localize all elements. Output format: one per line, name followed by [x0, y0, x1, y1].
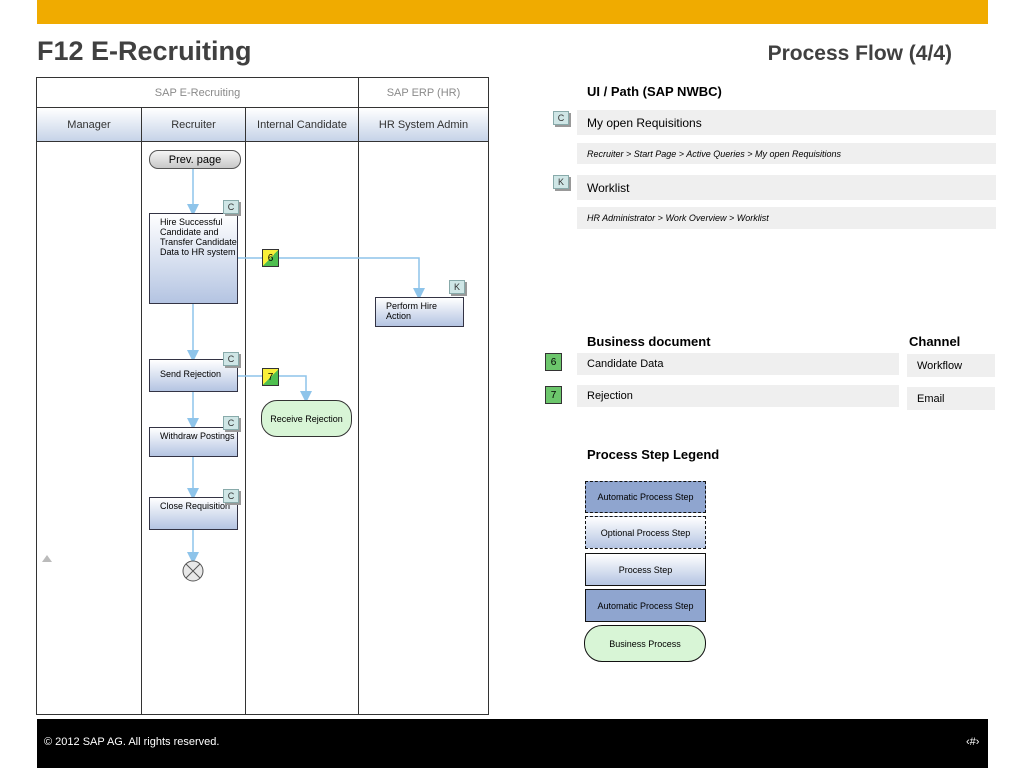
business-process-receive-rejection: Receive Rejection: [261, 400, 352, 437]
badge-c: C: [223, 352, 239, 366]
ui-path-item-path: Recruiter > Start Page > Active Queries …: [577, 143, 996, 164]
step-hire-candidate: Hire Successful Candidate and Transfer C…: [149, 213, 238, 304]
business-doc-channel: Email: [907, 387, 995, 410]
ui-path-heading: UI / Path (SAP NWBC): [587, 84, 722, 99]
ui-path-item-title: Worklist: [577, 175, 996, 200]
badge-c: C: [223, 416, 239, 430]
scroll-up-icon[interactable]: [41, 553, 53, 563]
channel-heading: Channel: [909, 334, 961, 349]
badge-c: C: [223, 489, 239, 503]
footer-copyright: © 2012 SAP AG. All rights reserved.: [44, 736, 220, 748]
business-doc-channel: Workflow: [907, 354, 995, 377]
badge-k: K: [449, 280, 465, 294]
business-doc-number: 6: [545, 353, 562, 371]
legend-automatic-step: Automatic Process Step: [585, 589, 706, 622]
business-document-heading: Business document: [587, 334, 711, 349]
legend-optional-step: Optional Process Step: [585, 516, 706, 549]
legend-heading: Process Step Legend: [587, 447, 720, 462]
business-doc-name: Candidate Data: [577, 353, 899, 375]
step-withdraw-postings: Withdraw Postings: [149, 427, 238, 457]
legend-automatic-optional-step: Automatic Process Step: [585, 481, 706, 513]
legend-business-process: Business Process: [584, 625, 706, 662]
legend-process-step: Process Step: [585, 553, 706, 586]
business-doc-number: 7: [545, 386, 562, 404]
doc-number-6: 6: [262, 249, 279, 267]
doc-number-7: 7: [262, 368, 279, 386]
ui-path-badge-c: C: [553, 111, 569, 125]
badge-c: C: [223, 200, 239, 214]
step-perform-hire-action: Perform Hire Action: [375, 297, 464, 327]
ui-path-item-title: My open Requisitions: [577, 110, 996, 135]
footer-page-number: ‹#›: [966, 736, 980, 748]
ui-path-badge-k: K: [553, 175, 569, 189]
prev-page-button[interactable]: Prev. page: [149, 150, 241, 169]
business-doc-name: Rejection: [577, 385, 899, 407]
ui-path-item-path: HR Administrator > Work Overview > Workl…: [577, 207, 996, 229]
end-event-icon: [182, 560, 204, 582]
